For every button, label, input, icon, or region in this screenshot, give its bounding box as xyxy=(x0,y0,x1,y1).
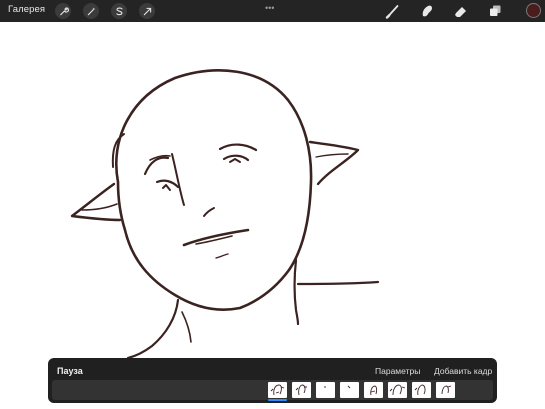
active-frame-indicator xyxy=(268,399,287,401)
drawing-canvas[interactable] xyxy=(0,22,545,409)
frame-timeline[interactable] xyxy=(52,380,493,401)
frame-thumbnail[interactable] xyxy=(292,382,311,398)
magic-wand-icon[interactable] xyxy=(83,3,99,19)
frame-thumbnail[interactable] xyxy=(268,382,287,398)
sketch-drawing xyxy=(70,69,380,360)
transform-arrow-icon[interactable] xyxy=(139,3,155,19)
color-swatch[interactable] xyxy=(526,3,541,18)
more-options-icon[interactable]: ••• xyxy=(265,3,274,13)
frame-thumbnail[interactable] xyxy=(388,382,407,398)
wrench-icon[interactable] xyxy=(55,3,71,19)
smudge-icon[interactable] xyxy=(418,2,436,20)
frame-thumbnail[interactable] xyxy=(340,382,359,398)
add-frame-button[interactable]: Добавить кадр xyxy=(434,366,492,376)
animation-settings-button[interactable]: Параметры xyxy=(375,366,420,376)
frame-thumbnail[interactable] xyxy=(316,382,335,398)
brush-icon[interactable] xyxy=(384,2,402,20)
selection-icon[interactable] xyxy=(111,3,127,19)
top-toolbar: Галерея ••• xyxy=(0,0,545,22)
layers-icon[interactable] xyxy=(486,2,504,20)
frame-thumbnail[interactable] xyxy=(364,382,383,398)
playback-pause-button[interactable]: Пауза xyxy=(57,366,83,376)
frame-thumbnail[interactable] xyxy=(436,382,455,398)
eraser-icon[interactable] xyxy=(452,2,470,20)
gallery-button[interactable]: Галерея xyxy=(8,4,45,15)
frame-thumbnail[interactable] xyxy=(412,382,431,398)
animation-assist-panel: Пауза Параметры Добавить кадр xyxy=(48,358,497,403)
